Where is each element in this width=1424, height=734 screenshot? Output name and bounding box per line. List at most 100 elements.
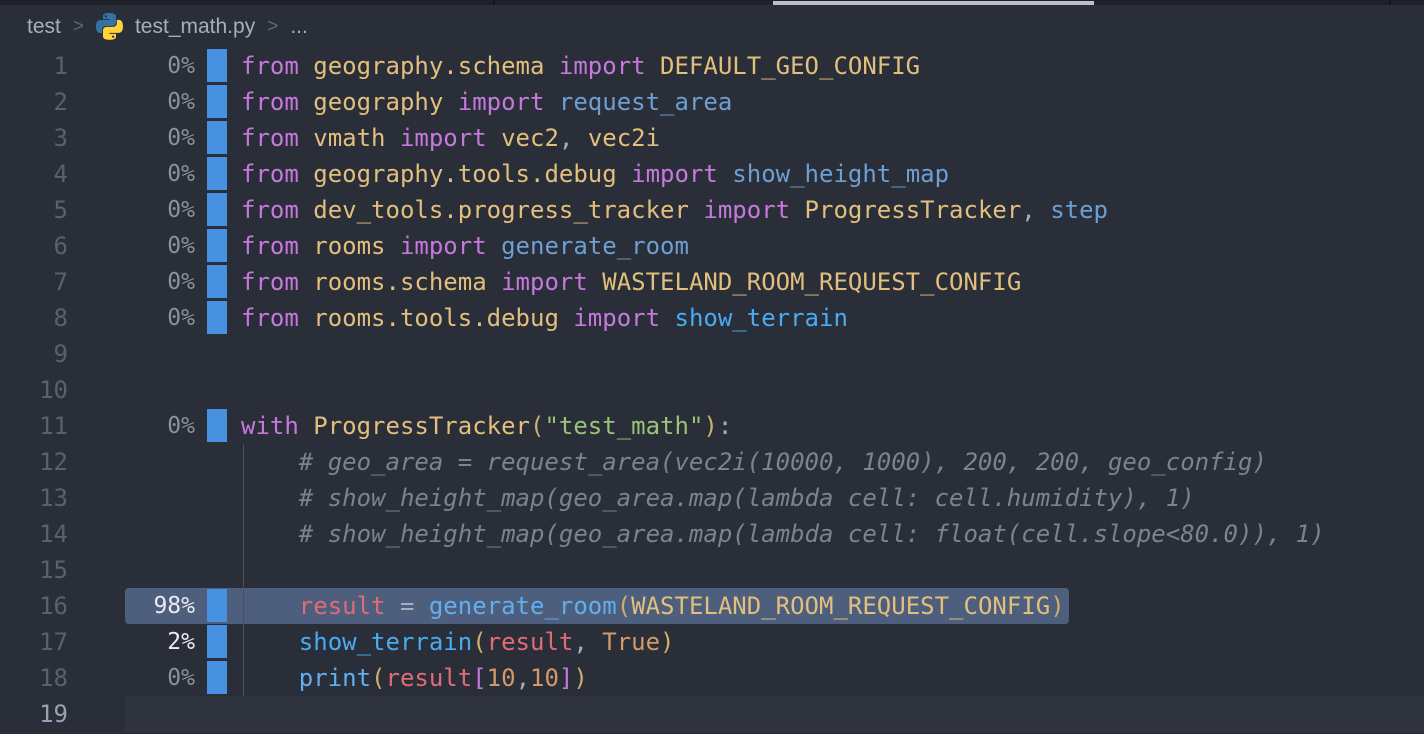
indent-guide <box>243 444 244 696</box>
gutter[interactable] <box>195 192 241 228</box>
code-token <box>299 160 313 188</box>
code-token <box>299 52 313 80</box>
line-number[interactable]: 13 <box>0 480 68 516</box>
code-text: result = generate_room(WASTELAND_ROOM_RE… <box>241 588 1424 624</box>
code-token: from <box>241 88 299 116</box>
coverage-marker <box>207 49 227 82</box>
code-line[interactable]: 110%with ProgressTracker("test_math"): <box>0 408 1424 444</box>
code-line[interactable]: 12 # geo_area = request_area(vec2i(10000… <box>0 444 1424 480</box>
code-line[interactable]: 70%from rooms.schema import WASTELAND_RO… <box>0 264 1424 300</box>
code-line[interactable]: 60%from rooms import generate_room <box>0 228 1424 264</box>
code-line[interactable]: 10%from geography.schema import DEFAULT_… <box>0 48 1424 84</box>
gutter[interactable] <box>195 372 241 408</box>
line-number[interactable]: 19 <box>0 696 68 732</box>
gutter[interactable] <box>195 588 241 624</box>
code-token: # show_height_map(geo_area.map(lambda ce… <box>299 520 1325 548</box>
gutter[interactable] <box>195 624 241 660</box>
gutter[interactable] <box>195 336 241 372</box>
gutter[interactable] <box>195 696 241 732</box>
gutter[interactable] <box>195 84 241 120</box>
breadcrumb-symbol-ellipsis[interactable]: ... <box>290 15 308 39</box>
code-token: import <box>573 304 660 332</box>
code-line[interactable]: 15 <box>0 552 1424 588</box>
line-number[interactable]: 14 <box>0 516 68 552</box>
gutter[interactable] <box>195 660 241 696</box>
gutter[interactable] <box>195 120 241 156</box>
code-token <box>660 304 674 332</box>
code-line[interactable]: 30%from vmath import vec2, vec2i <box>0 120 1424 156</box>
line-number[interactable]: 17 <box>0 624 68 660</box>
code-line[interactable]: 1698% result = generate_room(WASTELAND_R… <box>0 588 1424 624</box>
line-number[interactable]: 8 <box>0 300 68 336</box>
line-number[interactable]: 12 <box>0 444 68 480</box>
line-number[interactable]: 1 <box>0 48 68 84</box>
code-token: from <box>241 232 299 260</box>
coverage-marker <box>207 661 227 694</box>
line-number[interactable]: 3 <box>0 120 68 156</box>
line-number[interactable]: 2 <box>0 84 68 120</box>
gutter[interactable] <box>195 228 241 264</box>
code-token: from <box>241 268 299 296</box>
code-line[interactable]: 172% show_terrain(result, True) <box>0 624 1424 660</box>
profile-percentage: 0% <box>68 84 195 120</box>
line-number[interactable]: 6 <box>0 228 68 264</box>
code-token: generate_room <box>501 232 689 260</box>
tab-scrollbar-thumb[interactable] <box>773 1 1094 5</box>
profile-percentage: 98% <box>68 588 195 624</box>
code-token: import <box>400 232 487 260</box>
line-number[interactable]: 9 <box>0 336 68 372</box>
code-token: import <box>559 52 646 80</box>
code-token: ( <box>617 592 631 620</box>
code-line[interactable]: 19 <box>0 696 1424 732</box>
coverage-marker <box>207 193 227 226</box>
code-token <box>299 88 313 116</box>
coverage-marker <box>207 157 227 190</box>
gutter[interactable] <box>195 408 241 444</box>
gutter[interactable] <box>195 444 241 480</box>
breadcrumb-file[interactable]: test_math.py <box>135 15 255 39</box>
code-area: 10%from geography.schema import DEFAULT_… <box>0 48 1424 734</box>
code-text: from geography.schema import DEFAULT_GEO… <box>241 48 1424 84</box>
code-token: from <box>241 160 299 188</box>
line-number[interactable]: 11 <box>0 408 68 444</box>
code-line[interactable]: 9 <box>0 336 1424 372</box>
code-token: from <box>241 52 299 80</box>
profile-percentage: 0% <box>68 228 195 264</box>
code-line[interactable]: 10 <box>0 372 1424 408</box>
code-token: result <box>487 628 574 656</box>
gutter[interactable] <box>195 516 241 552</box>
code-line[interactable]: 13 # show_height_map(geo_area.map(lambda… <box>0 480 1424 516</box>
gutter[interactable] <box>195 300 241 336</box>
breadcrumb-folder[interactable]: test <box>27 15 61 39</box>
code-text: # show_height_map(geo_area.map(lambda ce… <box>241 516 1424 552</box>
line-number[interactable]: 7 <box>0 264 68 300</box>
python-icon <box>96 13 123 40</box>
line-number[interactable]: 18 <box>0 660 68 696</box>
code-line[interactable]: 50%from dev_tools.progress_tracker impor… <box>0 192 1424 228</box>
line-number[interactable]: 16 <box>0 588 68 624</box>
profile-percentage: 0% <box>68 156 195 192</box>
coverage-marker <box>207 229 227 262</box>
code-line[interactable]: 14 # show_height_map(geo_area.map(lambda… <box>0 516 1424 552</box>
code-line[interactable]: 180% print(result[10,10]) <box>0 660 1424 696</box>
code-line[interactable]: 40%from geography.tools.debug import sho… <box>0 156 1424 192</box>
gutter[interactable] <box>195 156 241 192</box>
gutter[interactable] <box>195 480 241 516</box>
gutter[interactable] <box>195 552 241 588</box>
code-token <box>573 124 587 152</box>
code-token <box>386 592 400 620</box>
code-line[interactable]: 80%from rooms.tools.debug import show_te… <box>0 300 1424 336</box>
line-number[interactable]: 5 <box>0 192 68 228</box>
gutter[interactable] <box>195 48 241 84</box>
code-text: with ProgressTracker("test_math"): <box>241 408 1424 444</box>
line-number[interactable]: 15 <box>0 552 68 588</box>
tab-separator <box>1389 0 1391 5</box>
code-line[interactable]: 20%from geography import request_area <box>0 84 1424 120</box>
gutter[interactable] <box>195 264 241 300</box>
line-number[interactable]: 4 <box>0 156 68 192</box>
code-token <box>386 124 400 152</box>
tab-bar-strip <box>0 0 1424 5</box>
coverage-marker <box>207 85 227 118</box>
code-token: , <box>1021 196 1035 224</box>
line-number[interactable]: 10 <box>0 372 68 408</box>
